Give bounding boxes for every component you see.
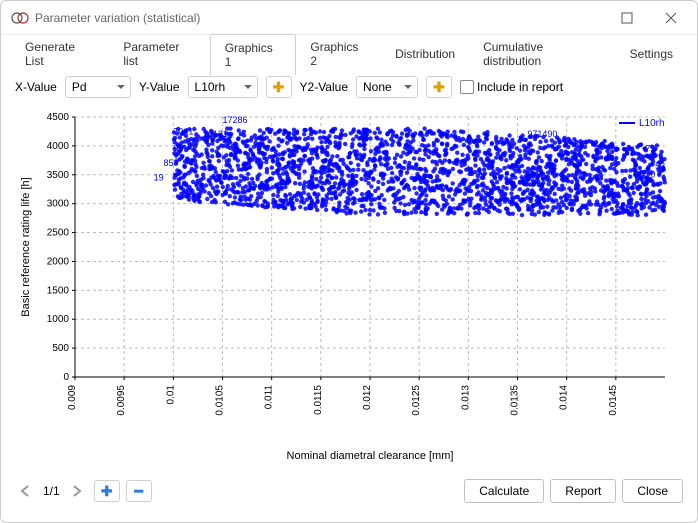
window-title: Parameter variation (statistical) [35, 11, 200, 25]
close-button[interactable] [649, 4, 693, 32]
svg-text:0.009: 0.009 [67, 385, 78, 410]
x-value-label: X-Value [15, 80, 57, 94]
svg-text:19: 19 [154, 173, 164, 183]
svg-text:0: 0 [63, 372, 69, 383]
svg-text:0.0095: 0.0095 [116, 385, 127, 416]
titlebar: Parameter variation (statistical) [1, 1, 697, 35]
svg-text:0.011: 0.011 [264, 385, 275, 410]
tab-distribution[interactable]: Distribution [381, 41, 469, 67]
tab-graphics-2[interactable]: Graphics 2 [296, 34, 381, 74]
page-indicator: 1/1 [43, 484, 60, 498]
prev-page-button[interactable] [15, 480, 37, 502]
tab-generate-list[interactable]: Generate List [11, 34, 109, 74]
svg-text:7041: 7041 [173, 126, 193, 136]
add-y2-series-button[interactable]: ✚ [426, 76, 452, 98]
svg-text:79: 79 [645, 144, 655, 154]
footer: 1/1 ✚ ━ Calculate Report Close [1, 467, 697, 517]
svg-text:13: 13 [173, 152, 183, 162]
y2-value-select[interactable]: None [356, 76, 418, 98]
svg-text:0.013: 0.013 [460, 385, 471, 410]
svg-text:90: 90 [173, 144, 183, 154]
x-value-selected: Pd [72, 80, 87, 94]
maximize-button[interactable] [605, 4, 649, 32]
svg-text:0.014: 0.014 [559, 385, 570, 410]
plus-icon: ✚ [101, 483, 113, 500]
svg-text:0.012: 0.012 [362, 385, 373, 410]
add-page-button[interactable]: ✚ [94, 480, 120, 502]
checkbox-icon [460, 80, 474, 94]
svg-text:971490: 971490 [527, 129, 557, 139]
svg-text:0.0125: 0.0125 [411, 385, 422, 416]
add-y-series-button[interactable]: ✚ [266, 76, 292, 98]
app-icon [11, 9, 29, 27]
svg-text:0.0115: 0.0115 [313, 385, 324, 415]
svg-text:2500: 2500 [47, 228, 70, 239]
plus-icon: ✚ [273, 79, 285, 96]
svg-text:L10rh: L10rh [639, 118, 665, 129]
svg-text:85: 85 [164, 158, 174, 168]
y-value-label: Y-Value [139, 80, 180, 94]
svg-text:500: 500 [52, 343, 69, 354]
tab-settings[interactable]: Settings [616, 41, 687, 67]
svg-text:0.01: 0.01 [165, 385, 176, 405]
svg-text:53: 53 [655, 161, 665, 171]
y2-value-label: Y2-Value [300, 80, 348, 94]
close-footer-button[interactable]: Close [622, 479, 683, 503]
svg-text:0.0145: 0.0145 [608, 385, 619, 416]
next-page-button[interactable] [66, 480, 88, 502]
svg-text:0.0105: 0.0105 [215, 385, 226, 416]
y-value-select[interactable]: L10rh [188, 76, 258, 98]
svg-text:4000: 4000 [47, 141, 70, 152]
svg-text:10: 10 [645, 170, 655, 180]
svg-text:Nominal diametral clearance [m: Nominal diametral clearance [mm] [287, 450, 454, 462]
svg-text:17286: 17286 [223, 115, 248, 125]
tab-parameter-list[interactable]: Parameter list [109, 34, 209, 74]
svg-text:2000: 2000 [47, 256, 70, 267]
svg-text:1000: 1000 [47, 314, 70, 325]
tab-bar: Generate List Parameter list Graphics 1 … [1, 35, 697, 67]
remove-page-button[interactable]: ━ [126, 480, 152, 502]
y2-value-selected: None [363, 80, 392, 94]
svg-text:26131: 26131 [203, 129, 228, 139]
report-button[interactable]: Report [550, 479, 616, 503]
tab-cumulative-distribution[interactable]: Cumulative distribution [469, 34, 616, 74]
svg-text:Basic reference rating life [h: Basic reference rating life [h] [20, 177, 32, 316]
include-in-report-checkbox[interactable]: Include in report [460, 80, 563, 94]
svg-text:4500: 4500 [47, 112, 70, 123]
svg-text:1500: 1500 [47, 285, 70, 296]
svg-text:3000: 3000 [47, 199, 70, 210]
svg-text:0.0135: 0.0135 [510, 385, 521, 416]
minus-icon: ━ [134, 483, 142, 500]
chart[interactable]: 0 500 1000 1500 2000 2500 3000 3500 4000 4500 0.00… [15, 107, 683, 467]
svg-text:3500: 3500 [47, 170, 70, 181]
tab-graphics-1[interactable]: Graphics 1 [210, 34, 297, 75]
plus-icon: ✚ [433, 79, 445, 96]
y-value-selected: L10rh [195, 80, 226, 94]
include-label: Include in report [477, 80, 563, 94]
x-value-select[interactable]: Pd [65, 76, 131, 98]
calculate-button[interactable]: Calculate [464, 479, 544, 503]
